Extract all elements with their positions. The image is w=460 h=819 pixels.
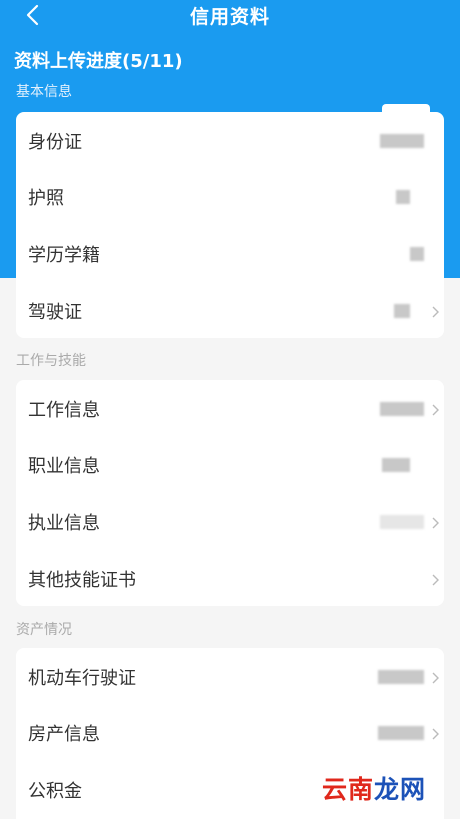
status-indicator — [380, 401, 424, 416]
list-item-label: 驾驶证 — [28, 301, 82, 323]
chevron-right-icon — [430, 304, 440, 318]
section-title-basic-info: 基本信息 — [16, 84, 72, 100]
status-indicator — [380, 133, 424, 148]
status-indicator — [394, 303, 410, 318]
upload-progress-text: 资料上传进度(5/11) — [14, 51, 183, 72]
list-item-vehicle-license[interactable]: 机动车行驶证 — [16, 648, 444, 705]
list-item-passport[interactable]: 护照 — [16, 168, 444, 225]
status-indicator — [380, 514, 424, 529]
list-item-label: 执业信息 — [28, 512, 100, 534]
status-indicator — [378, 669, 424, 684]
list-item-label: 房产信息 — [28, 723, 100, 745]
list-item-other-certificates[interactable]: 其他技能证书 — [16, 550, 444, 607]
status-indicator — [378, 725, 424, 740]
list-item-work-info[interactable]: 工作信息 — [16, 380, 444, 437]
section-title-work-skills: 工作与技能 — [16, 353, 86, 369]
nav-bar: 信用资料 — [0, 0, 460, 30]
status-indicator — [382, 457, 410, 472]
list-item-label: 其他技能证书 — [28, 569, 136, 591]
list-item-practice-info[interactable]: 执业信息 — [16, 493, 444, 550]
list-item-label: 工作信息 — [28, 399, 100, 421]
section-title-assets: 资产情况 — [16, 622, 72, 638]
card-basic-info: 身份证 护照 学历学籍 驾驶证 — [16, 112, 444, 338]
status-indicator — [396, 189, 410, 204]
list-item-label: 护照 — [28, 187, 64, 209]
list-item-property-info[interactable]: 房产信息 — [16, 704, 444, 761]
list-item-label: 机动车行驶证 — [28, 667, 136, 689]
chevron-right-icon — [430, 726, 440, 740]
list-item-education[interactable]: 学历学籍 — [16, 225, 444, 282]
list-item-label: 学历学籍 — [28, 244, 100, 266]
watermark-logo: 云南龙网 — [322, 775, 427, 804]
status-indicator — [410, 246, 424, 261]
list-item-occupation-info[interactable]: 职业信息 — [16, 436, 444, 493]
list-item-label: 公积金 — [28, 780, 82, 802]
list-item-label: 职业信息 — [28, 455, 100, 477]
chevron-right-icon — [430, 402, 440, 416]
chevron-right-icon — [430, 670, 440, 684]
list-item-id-card[interactable]: 身份证 — [16, 112, 444, 169]
chevron-right-icon — [430, 515, 440, 529]
card-work-skills: 工作信息 职业信息 执业信息 其他技能证书 — [16, 380, 444, 606]
chevron-right-icon — [430, 572, 440, 586]
list-item-label: 身份证 — [28, 131, 82, 153]
page-title: 信用资料 — [189, 6, 270, 28]
list-item-driver-license[interactable]: 驾驶证 — [16, 282, 444, 339]
credit-info-page: 信用资料 资料上传进度(5/11) 基本信息 身份证 护照 学历学籍 驾驶证 工… — [0, 0, 460, 819]
